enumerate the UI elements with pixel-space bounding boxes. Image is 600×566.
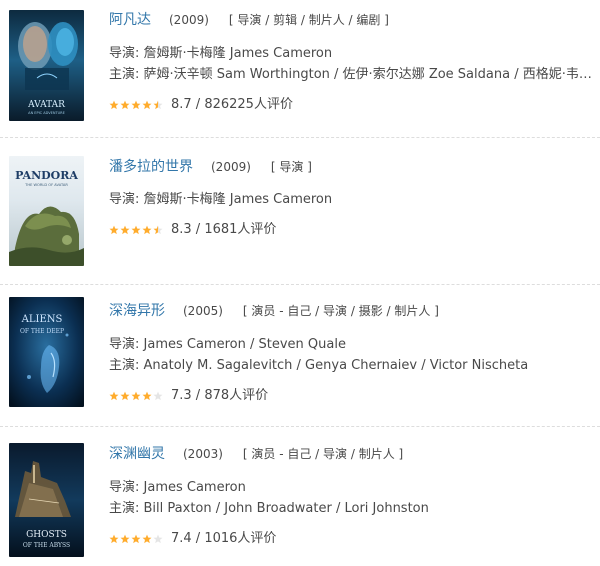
movie-title-link[interactable]: 深渊幽灵 (109, 446, 165, 462)
rating-text: 8.7 / 826225人评价 (171, 97, 293, 112)
star-icon (153, 225, 163, 234)
movie-year: (2003) (183, 447, 223, 461)
movie-roles: [ 演员 - 自己 / 导演 / 摄影 / 制片人 ] (242, 304, 439, 318)
item-info: 深渊幽灵 (2003) [ 演员 - 自己 / 导演 / 制片人 ] 导演: Jam… (109, 427, 592, 566)
list-item: AVATAR AN EPIC ADVENTURE 阿凡达 (2009) [ 导演 /… (0, 0, 600, 136)
movie-roles: [ 导演 ] (270, 160, 312, 174)
svg-text:OF THE DEEP: OF THE DEEP (20, 328, 64, 335)
cast-line: 主演: Anatoly M. Sagalevitch / Genya Chern… (109, 358, 529, 373)
stars-graphic (109, 391, 163, 400)
svg-text:AVATAR: AVATAR (27, 100, 65, 110)
star-icon (120, 100, 130, 109)
movie-year: (2005) (183, 304, 223, 318)
cast-line: 主演: Bill Paxton / John Broadwater / Lori… (109, 501, 429, 516)
star-icon (142, 534, 152, 543)
svg-text:THE WORLD OF AVATAR: THE WORLD OF AVATAR (24, 183, 68, 187)
star-icon (131, 391, 141, 400)
star-rating-icon (109, 391, 163, 401)
svg-text:AN EPIC ADVENTURE: AN EPIC ADVENTURE (28, 111, 65, 115)
star-icon (109, 225, 119, 234)
svg-text:OF THE ABYSS: OF THE ABYSS (23, 542, 70, 549)
poster-image[interactable]: AVATAR AN EPIC ADVENTURE (9, 10, 84, 121)
star-icon (109, 391, 119, 400)
rating-text: 7.4 / 1016人评价 (171, 531, 277, 546)
star-icon (109, 100, 119, 109)
movie-title-link[interactable]: 潘多拉的世界 (109, 159, 193, 175)
svg-text:GHOSTS: GHOSTS (26, 530, 67, 540)
movie-title-link[interactable]: 深海异形 (109, 303, 165, 319)
movie-year: (2009) (211, 160, 251, 174)
poster-image[interactable]: GHOSTS OF THE ABYSS (9, 443, 84, 557)
filmography-list: AVATAR AN EPIC ADVENTURE 阿凡达 (2009) [ 导演 /… (0, 0, 600, 566)
star-icon (109, 534, 119, 543)
rating-line: 7.4 / 1016人评价 (109, 530, 276, 548)
star-icon (153, 100, 163, 109)
star-icon (131, 225, 141, 234)
stars-graphic (109, 534, 163, 543)
rating-text: 8.3 / 1681人评价 (171, 222, 277, 237)
poster-image[interactable]: ALIENS OF THE DEEP (9, 297, 84, 407)
rating-line: 7.3 / 878人评价 (109, 387, 268, 405)
list-item: GHOSTS OF THE ABYSS 深渊幽灵 (2003) [ 演员 - 自己 … (0, 427, 600, 566)
star-icon (153, 534, 163, 543)
star-icon (131, 100, 141, 109)
star-rating-icon (109, 100, 163, 110)
item-info: 潘多拉的世界 (2009) [ 导演 ] 导演: 詹姆斯·卡梅隆 James Cam… (109, 138, 592, 284)
director-line: 导演: James Cameron / Steven Quale (109, 337, 346, 352)
star-icon (153, 391, 163, 400)
svg-text:PANDORA: PANDORA (15, 169, 78, 182)
rating-text: 7.3 / 878人评价 (171, 388, 269, 403)
director-line: 导演: 詹姆斯·卡梅隆 James Cameron (109, 46, 333, 61)
star-rating-icon (109, 534, 163, 544)
rating-line: 8.7 / 826225人评价 (109, 96, 293, 114)
list-item: PANDORA THE WORLD OF AVATAR 潘多拉的世界 (2009)… (0, 138, 600, 284)
movie-title-link[interactable]: 阿凡达 (109, 12, 151, 28)
star-rating-icon (109, 225, 163, 235)
movie-roles: [ 演员 - 自己 / 导演 / 制片人 ] (242, 447, 404, 461)
rating-line: 8.3 / 1681人评价 (109, 221, 276, 239)
star-icon (120, 534, 130, 543)
item-info: 阿凡达 (2009) [ 导演 / 剪辑 / 制片人 / 编剧 ] 导演: 詹姆斯·… (109, 0, 592, 136)
movie-year: (2009) (169, 13, 209, 27)
movie-roles: [ 导演 / 剪辑 / 制片人 / 编剧 ] (228, 13, 389, 27)
director-line: 导演: James Cameron (109, 480, 246, 495)
star-icon (120, 225, 130, 234)
svg-text:ALIENS: ALIENS (21, 314, 63, 325)
list-item: ALIENS OF THE DEEP 深海异形 (2005) [ 演员 - 自己 /… (0, 285, 600, 433)
stars-graphic (109, 225, 163, 234)
star-icon (142, 391, 152, 400)
poster-image[interactable]: PANDORA THE WORLD OF AVATAR (9, 156, 84, 266)
cast-line: 主演: 萨姆·沃辛顿 Sam Worthington / 佐伊·索尔达娜 Zoe… (109, 67, 592, 82)
stars-graphic (109, 100, 163, 109)
star-icon (131, 534, 141, 543)
item-info: 深海异形 (2005) [ 演员 - 自己 / 导演 / 摄影 / 制片人 ] 导演… (109, 285, 592, 433)
star-icon (142, 225, 152, 234)
director-line: 导演: 詹姆斯·卡梅隆 James Cameron (109, 192, 333, 207)
star-icon (142, 100, 152, 109)
star-icon (120, 391, 130, 400)
